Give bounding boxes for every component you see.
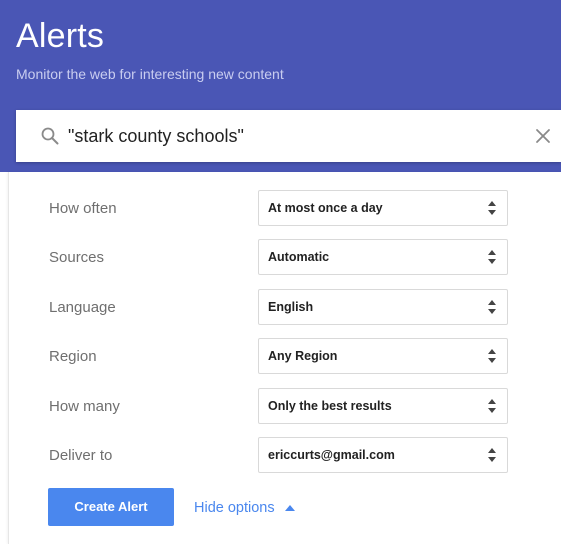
page-title: Alerts bbox=[16, 17, 105, 55]
sources-value: Automatic bbox=[268, 250, 330, 264]
close-icon[interactable] bbox=[531, 124, 555, 148]
region-select[interactable]: Any Region bbox=[258, 338, 508, 374]
sources-select[interactable]: Automatic bbox=[258, 239, 508, 275]
search-input[interactable]: "stark county schools" bbox=[16, 110, 561, 162]
how-often-value: At most once a day bbox=[268, 201, 383, 215]
language-select[interactable]: English bbox=[258, 289, 508, 325]
language-value: English bbox=[268, 300, 314, 314]
deliver-to-value: ericcurts@gmail.com bbox=[268, 448, 395, 462]
how-often-label: How often bbox=[49, 200, 117, 217]
create-alert-button[interactable]: Create Alert bbox=[48, 488, 174, 526]
up-down-arrows-icon bbox=[488, 201, 496, 215]
region-label: Region bbox=[49, 348, 97, 365]
up-down-arrows-icon bbox=[488, 300, 496, 314]
how-often-select[interactable]: At most once a day bbox=[258, 190, 508, 226]
deliver-to-select[interactable]: ericcurts@gmail.com bbox=[258, 437, 508, 473]
how-many-label: How many bbox=[49, 398, 120, 415]
up-down-arrows-icon bbox=[488, 250, 496, 264]
up-down-arrows-icon bbox=[488, 349, 496, 363]
hide-options-label: Hide options bbox=[194, 500, 275, 516]
caret-up-icon bbox=[284, 505, 295, 512]
how-many-select[interactable]: Only the best results bbox=[258, 388, 508, 424]
alerts-page: Alerts Monitor the web for interesting n… bbox=[0, 0, 561, 544]
region-value: Any Region bbox=[268, 349, 338, 363]
hide-options-link[interactable]: Hide options bbox=[194, 499, 295, 517]
language-label: Language bbox=[49, 299, 116, 316]
how-many-value: Only the best results bbox=[268, 399, 392, 413]
search-icon bbox=[41, 127, 59, 145]
sources-label: Sources bbox=[49, 249, 105, 266]
page-subtitle: Monitor the web for interesting new cont… bbox=[16, 66, 284, 82]
up-down-arrows-icon bbox=[488, 448, 496, 462]
deliver-to-label: Deliver to bbox=[49, 447, 113, 464]
search-query[interactable]: "stark county schools" bbox=[68, 125, 244, 147]
up-down-arrows-icon bbox=[488, 399, 496, 413]
